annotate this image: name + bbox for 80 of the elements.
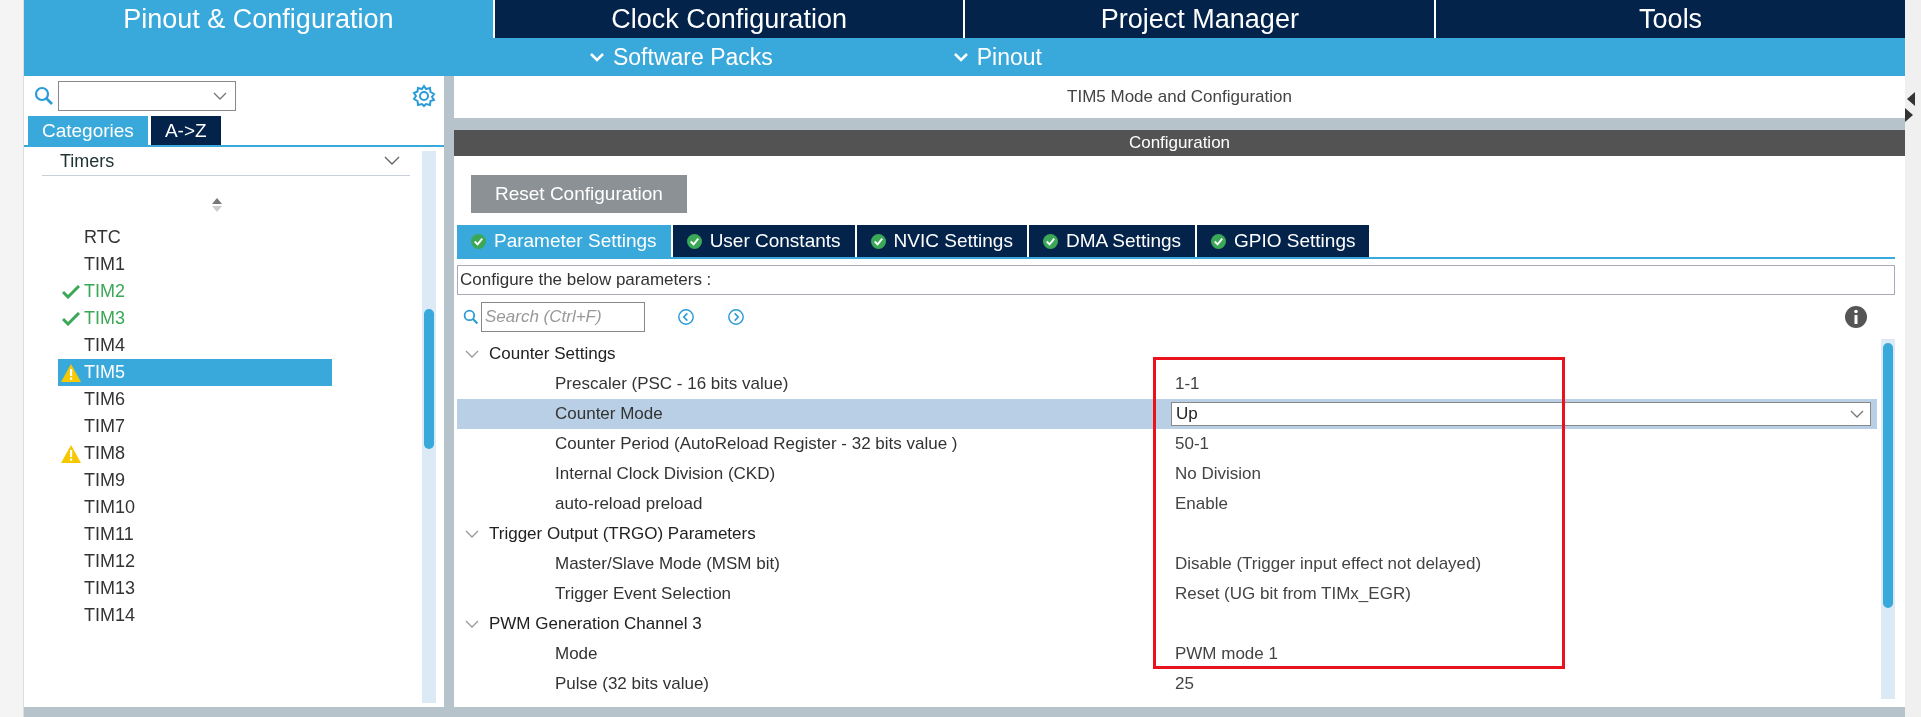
check-icon bbox=[62, 284, 80, 299]
parameter-row[interactable]: Master/Slave Mode (MSM bit) Disable (Trigger input effect not delayed) bbox=[457, 549, 1877, 579]
parameter-row[interactable]: Counter Mode Up bbox=[457, 399, 1877, 429]
collapse-arrows-icon[interactable] bbox=[1905, 90, 1915, 124]
warning-icon bbox=[61, 444, 81, 463]
settings-tab[interactable]: GPIO Settings bbox=[1197, 225, 1370, 257]
scrollbar-thumb[interactable] bbox=[1883, 343, 1893, 608]
parameter-label: Trigger Event Selection bbox=[555, 584, 733, 604]
parameter-row[interactable]: Pulse (32 bits value) 25 bbox=[457, 669, 1877, 699]
timer-list-item[interactable]: TIM13 bbox=[58, 575, 332, 602]
chevron-down-icon bbox=[952, 52, 969, 62]
chevron-down-icon[interactable] bbox=[384, 156, 400, 166]
parameter-row[interactable]: Prescaler (PSC - 16 bits value) 1-1 bbox=[457, 369, 1877, 399]
timer-list-item[interactable]: TIM11 bbox=[58, 521, 332, 548]
parameter-value: Enable bbox=[1175, 494, 1228, 514]
panel-title: TIM5 Mode and Configuration bbox=[454, 76, 1905, 118]
timer-list-item[interactable]: TIM6 bbox=[58, 386, 332, 413]
info-icon[interactable] bbox=[1845, 306, 1867, 328]
chevron-down-icon bbox=[213, 92, 227, 100]
search-field[interactable]: Search (Ctrl+F) bbox=[481, 302, 645, 332]
chevron-down-icon bbox=[1850, 410, 1864, 418]
timer-list-item[interactable]: TIM9 bbox=[58, 467, 332, 494]
hint-text: Configure the below parameters : bbox=[457, 265, 1895, 295]
parameter-value: 25 bbox=[1175, 674, 1194, 694]
check-circle-icon bbox=[471, 233, 486, 249]
section-header: Configuration bbox=[454, 130, 1905, 156]
previous-icon[interactable] bbox=[677, 308, 695, 326]
sort-icon bbox=[212, 198, 222, 212]
next-icon[interactable] bbox=[727, 308, 745, 326]
timer-list-item[interactable]: TIM4 bbox=[58, 332, 332, 359]
parameter-label: Prescaler (PSC - 16 bits value) bbox=[555, 374, 790, 394]
scrollbar-thumb[interactable] bbox=[424, 309, 434, 449]
parameter-row[interactable]: Counter Period (AutoReload Register - 32 bits value ) 50-1 bbox=[457, 429, 1877, 459]
parameter-value: Disable (Trigger input effect not delayed) bbox=[1175, 554, 1482, 574]
parameter-label: Counter Mode bbox=[555, 404, 664, 424]
parameter-value: No Division bbox=[1175, 464, 1261, 484]
check-circle-icon bbox=[870, 233, 886, 249]
check-circle-icon bbox=[686, 233, 702, 249]
check-icon bbox=[62, 311, 80, 326]
settings-tab[interactable]: User Constants bbox=[672, 225, 855, 257]
timer-list-item[interactable]: TIM14 bbox=[58, 602, 332, 629]
timer-list-item[interactable]: TIM8 bbox=[58, 440, 332, 467]
parameter-row[interactable]: Mode PWM mode 1 bbox=[457, 639, 1877, 669]
group-label: PWM Generation Channel 3 bbox=[489, 614, 702, 634]
check-circle-icon bbox=[1211, 233, 1226, 249]
parameter-value: PWM mode 1 bbox=[1175, 644, 1278, 664]
group-label: Trigger Output (TRGO) Parameters bbox=[489, 524, 756, 544]
parameter-value: 1-1 bbox=[1175, 374, 1200, 394]
timer-list-item[interactable]: TIM12 bbox=[58, 548, 332, 575]
chevron-down-icon[interactable] bbox=[465, 620, 479, 628]
parameter-label: Counter Period (AutoReload Register - 32 bits value ) bbox=[555, 434, 959, 454]
view-tab[interactable]: A->Z bbox=[150, 116, 221, 145]
chevron-down-icon bbox=[589, 52, 605, 62]
settings-tab[interactable]: NVIC Settings bbox=[856, 225, 1027, 257]
timer-list-item[interactable]: TIM10 bbox=[58, 494, 332, 521]
parameter-label: auto-reload preload bbox=[555, 494, 704, 514]
settings-icon[interactable] bbox=[412, 84, 436, 108]
check-circle-icon bbox=[1042, 233, 1058, 249]
parameter-row[interactable]: Trigger Event Selection Reset (UG bit from TIMx_EGR) bbox=[457, 579, 1877, 609]
parameter-label: Internal Clock Division (CKD) bbox=[555, 464, 777, 484]
search-icon bbox=[463, 309, 479, 325]
parameter-label: Mode bbox=[555, 644, 599, 664]
warning-icon bbox=[61, 363, 81, 382]
parameter-value: 50-1 bbox=[1175, 434, 1209, 454]
category-header[interactable]: Timers bbox=[60, 150, 115, 172]
parameter-row[interactable]: auto-reload preload Enable bbox=[457, 489, 1877, 519]
timer-list-item[interactable]: RTC bbox=[58, 224, 332, 251]
parameter-row[interactable]: Internal Clock Division (CKD) No Division bbox=[457, 459, 1877, 489]
timer-list-item[interactable]: TIM1 bbox=[58, 251, 332, 278]
chevron-down-icon[interactable] bbox=[465, 350, 479, 358]
search-icon[interactable] bbox=[34, 86, 54, 106]
group-label: Counter Settings bbox=[489, 344, 616, 364]
search-combo-field[interactable] bbox=[58, 81, 236, 111]
parameter-value: Reset (UG bit from TIMx_EGR) bbox=[1175, 584, 1411, 604]
chevron-down-icon[interactable] bbox=[465, 530, 479, 538]
parameter-label: Pulse (32 bits value) bbox=[555, 674, 710, 694]
value-dropdown[interactable]: Up bbox=[1171, 402, 1871, 426]
settings-tab[interactable]: DMA Settings bbox=[1028, 225, 1195, 257]
parameter-label: Master/Slave Mode (MSM bit) bbox=[555, 554, 781, 574]
timer-list-item[interactable]: TIM7 bbox=[58, 413, 332, 440]
